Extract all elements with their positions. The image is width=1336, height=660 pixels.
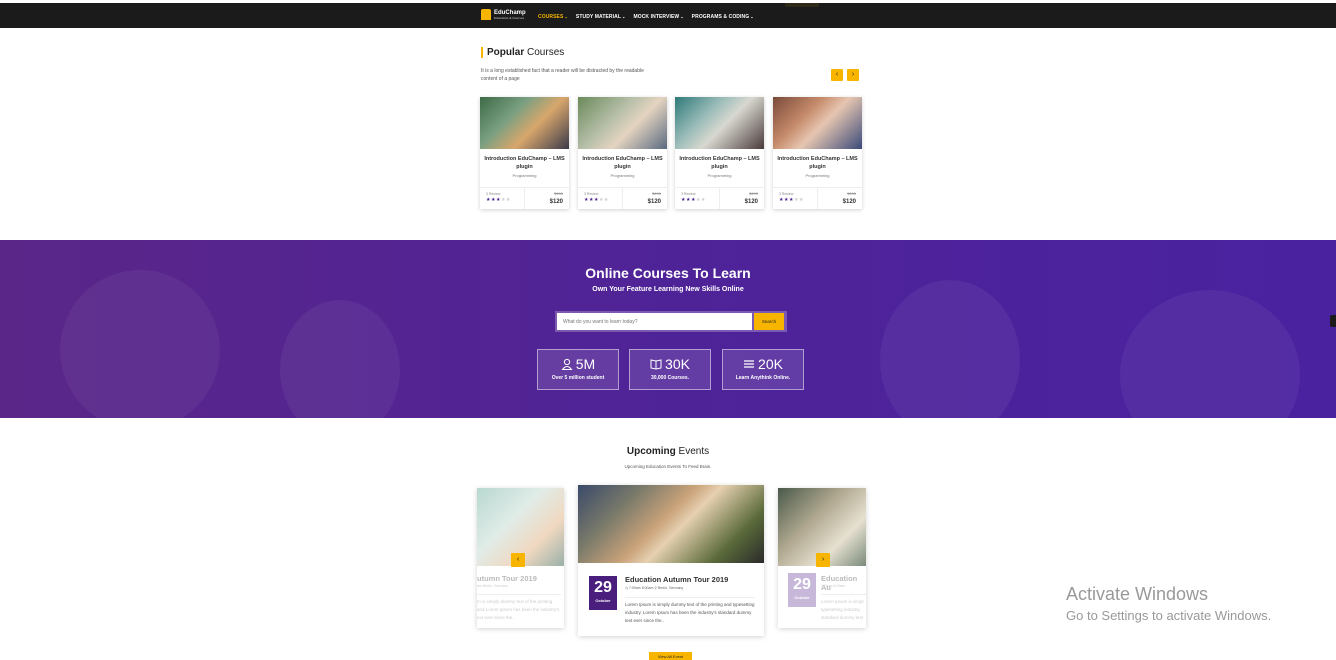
course-image[interactable] xyxy=(578,97,667,149)
events-prev-button[interactable]: ‹ xyxy=(511,553,525,567)
event-name[interactable]: Education Autumn Tour 2019 xyxy=(625,575,728,584)
star-rating: ★★★★★ xyxy=(681,197,706,203)
chevron-down-icon: ⌄ xyxy=(750,14,754,19)
old-price: $190 xyxy=(554,191,563,196)
star-rating: ★★★★★ xyxy=(779,197,804,203)
events-subtitle: Upcoming Education Events To Feed Brain. xyxy=(624,464,712,469)
stat-label: Learn Anythink Online. xyxy=(735,375,791,381)
list-icon xyxy=(744,360,755,368)
event-meta: 7:00am 8:00am xyxy=(821,584,846,588)
event-month: October xyxy=(595,598,611,603)
menu-item-study-material[interactable]: STUDY MATERIAL⌄ xyxy=(576,14,626,20)
course-category: Programming xyxy=(610,173,635,178)
event-date-badge: 29 October xyxy=(788,573,816,607)
price: $120 xyxy=(744,199,758,205)
clock-icon: ◷ xyxy=(625,586,629,590)
event-text: m is simply dummy text of the printing a… xyxy=(477,594,561,622)
event-text: Lorem Ipsum is simply dummy text of the … xyxy=(625,597,755,625)
event-location: Berlin, Germany xyxy=(657,586,684,590)
event-meta: ◷ 7:00am 8:00am ⚲ Berlin, Germany xyxy=(625,586,683,590)
view-all-events-button[interactable]: View All Event xyxy=(649,652,692,660)
course-card[interactable]: Introduction EduChamp – LMS plugin Progr… xyxy=(480,97,569,209)
stat-label: 30,000 Courses. xyxy=(650,375,690,381)
stat-value: 5M xyxy=(575,356,596,372)
banner-subtitle: Own Your Feature Learning New Skills Onl… xyxy=(592,286,744,293)
course-title[interactable]: Introduction EduChamp – LMS plugin xyxy=(578,155,667,171)
course-category: Programming xyxy=(512,173,537,178)
event-time: 7:00am 8:00am xyxy=(629,586,654,590)
price: $120 xyxy=(549,199,563,205)
nav-tab-handle[interactable] xyxy=(785,3,819,7)
old-price: $190 xyxy=(652,191,661,196)
stat-learn-online: 20K Learn Anythink Online. xyxy=(722,349,804,390)
event-name: Education Au xyxy=(821,574,858,592)
banner-decor xyxy=(280,300,400,418)
event-day: 29 xyxy=(594,579,612,596)
event-date-badge: 29 October xyxy=(589,576,617,610)
settings-side-tab[interactable] xyxy=(1330,315,1336,327)
course-title[interactable]: Introduction EduChamp – LMS plugin xyxy=(773,155,862,171)
course-image[interactable] xyxy=(773,97,862,149)
location-icon: ⚲ xyxy=(654,586,657,590)
popular-courses-title: Popular Courses xyxy=(481,47,564,58)
event-name: utumn Tour 2019 xyxy=(477,574,537,583)
menu-item-programs-coding[interactable]: PROGRAMS & CODING⌄ xyxy=(692,14,754,20)
menu-item-courses[interactable]: COURSES⌄ xyxy=(538,14,568,20)
events-next-button[interactable]: › xyxy=(816,553,830,567)
course-card[interactable]: Introduction EduChamp – LMS plugin Progr… xyxy=(675,97,764,209)
brand-subtitle: Education & Courses xyxy=(494,15,525,20)
banner-decor xyxy=(880,280,1020,418)
course-category: Programming xyxy=(707,173,732,178)
event-meta: am Berlin, Germany xyxy=(477,584,509,588)
stat-label: Over 5 million student xyxy=(551,375,605,381)
brand-name: EduChamp xyxy=(494,9,526,16)
course-card[interactable]: Introduction EduChamp – LMS plugin Progr… xyxy=(773,97,862,209)
user-icon xyxy=(561,358,573,370)
chevron-down-icon: ⌄ xyxy=(564,14,568,19)
price: $120 xyxy=(647,199,661,205)
brand-logo[interactable]: EduChamp Education & Courses xyxy=(481,9,526,20)
stat-value: 30K xyxy=(665,356,690,372)
search-button[interactable]: Search xyxy=(754,313,784,330)
course-title[interactable]: Introduction EduChamp – LMS plugin xyxy=(675,155,764,171)
price: $120 xyxy=(842,199,856,205)
stat-students: 5M Over 5 million student xyxy=(537,349,619,390)
carousel-prev-button[interactable]: ‹ xyxy=(831,69,843,81)
banner-decor xyxy=(1120,290,1300,418)
old-price: $190 xyxy=(847,191,856,196)
chevron-down-icon: ⌄ xyxy=(680,14,684,19)
banner-title: Online Courses To Learn xyxy=(585,265,751,281)
book-icon xyxy=(650,359,662,370)
logo-icon xyxy=(481,9,491,20)
event-month: October xyxy=(794,595,810,600)
stat-courses: 30K 30,000 Courses. xyxy=(629,349,711,390)
stat-value: 20K xyxy=(758,356,783,372)
course-category: Programming xyxy=(805,173,830,178)
course-image[interactable] xyxy=(675,97,764,149)
main-menu: COURSES⌄ STUDY MATERIAL⌄ MOCK INTERVIEW⌄… xyxy=(538,14,754,20)
course-card[interactable]: Introduction EduChamp – LMS plugin Progr… xyxy=(578,97,667,209)
chevron-down-icon: ⌄ xyxy=(622,14,626,19)
top-navbar: EduChamp Education & Courses COURSES⌄ ST… xyxy=(0,0,1336,28)
star-rating: ★★★★★ xyxy=(584,197,609,203)
events-title: Upcoming Events xyxy=(626,446,710,457)
event-day: 29 xyxy=(793,576,811,593)
course-image[interactable] xyxy=(480,97,569,149)
course-title[interactable]: Introduction EduChamp – LMS plugin xyxy=(480,155,569,171)
watermark-line1: Activate Windows xyxy=(1066,584,1209,604)
event-image xyxy=(578,485,764,563)
search-input[interactable] xyxy=(557,313,752,330)
star-rating: ★★★★★ xyxy=(486,197,511,203)
event-card[interactable]: 29 October Education Autumn Tour 2019 ◷ … xyxy=(578,485,764,636)
menu-item-mock-interview[interactable]: MOCK INTERVIEW⌄ xyxy=(633,14,683,20)
watermark-line2: Go to Settings to activate Windows. xyxy=(1066,608,1272,623)
windows-activation-watermark: Activate Windows Go to Settings to activ… xyxy=(1066,584,1271,623)
event-text: Lorem Ipsum is simpl typesetting industr… xyxy=(821,594,866,622)
carousel-next-button[interactable]: › xyxy=(847,69,859,81)
old-price: $190 xyxy=(749,191,758,196)
popular-courses-description: It is a long established fact that a rea… xyxy=(481,68,644,82)
